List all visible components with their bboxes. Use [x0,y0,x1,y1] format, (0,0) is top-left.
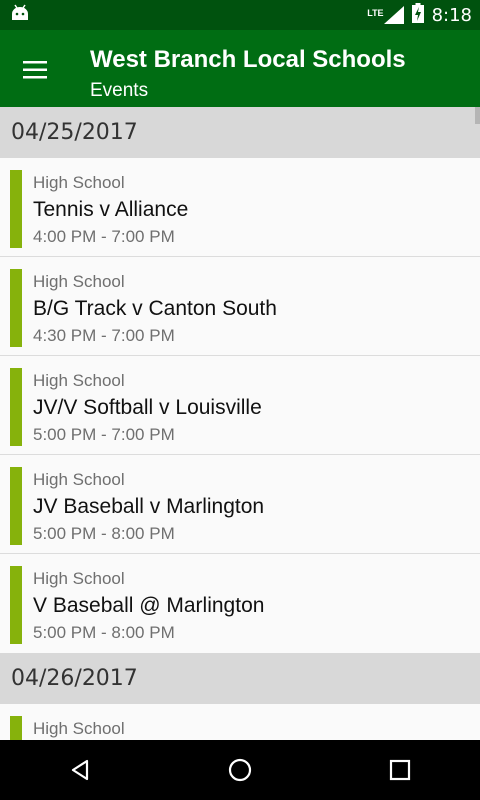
event-accent-bar [10,368,22,446]
event-category: High School [33,719,125,738]
event-item[interactable]: High School Tennis v Alliance 4:00 PM - … [0,158,480,257]
lte-signal-icon: LTE [367,6,404,24]
back-button[interactable] [50,740,110,800]
event-time: 5:00 PM - 7:00 PM [33,425,175,444]
event-title: JV Baseball v Marlington [33,495,265,518]
navigation-bar [0,740,480,800]
event-category: High School [33,272,125,291]
event-time: 4:00 PM - 7:00 PM [33,227,175,246]
event-title: JV/V Softball v Louisville [33,396,262,419]
event-item[interactable]: High School JV/V Softball v Louisville 5… [0,356,480,455]
event-item[interactable]: High School B/G Track v Canton South 4:3… [0,257,480,356]
battery-charging-icon [411,2,424,28]
event-accent-bar [10,467,22,545]
event-accent-bar [10,170,22,248]
app-bar: West Branch Local Schools Events [0,30,480,107]
event-title: V Baseball @ Marlington [33,594,265,617]
back-icon [71,759,89,781]
network-label: LTE [367,8,384,18]
event-accent-bar [10,716,22,740]
event-accent-bar [10,566,22,644]
event-category: High School [33,569,125,588]
event-title: B/G Track v Canton South [33,297,277,320]
android-icon [10,4,30,27]
app-subtitle: Events [90,80,149,101]
event-category: High School [33,173,125,192]
menu-button[interactable] [16,53,54,87]
event-time: 5:00 PM - 8:00 PM [33,524,175,543]
event-time: 4:30 PM - 7:00 PM [33,326,175,345]
event-category: High School [33,470,125,489]
event-title: Tennis v Alliance [33,198,189,221]
events-list[interactable]: 04/25/2017 High School Tennis v Alliance… [0,107,480,740]
event-item[interactable]: High School JV Baseball v Marlington 5:0… [0,455,480,554]
event-time: 5:00 PM - 8:00 PM [33,623,175,642]
date-header: 04/25/2017 [0,107,480,158]
event-item[interactable]: High School V Baseball @ Marlington 5:00… [0,554,480,653]
event-item[interactable]: High School [0,704,480,740]
status-time: 8:18 [431,4,472,26]
date-header: 04/26/2017 [0,653,480,704]
home-icon [228,758,252,782]
hamburger-menu-icon [23,61,47,79]
status-bar: LTE 8:18 [0,0,480,30]
home-button[interactable] [210,740,270,800]
scrollbar[interactable] [475,107,480,124]
recents-icon [389,759,411,781]
event-category: High School [33,371,125,390]
recents-button[interactable] [370,740,430,800]
app-title: West Branch Local Schools [90,46,406,73]
event-accent-bar [10,269,22,347]
